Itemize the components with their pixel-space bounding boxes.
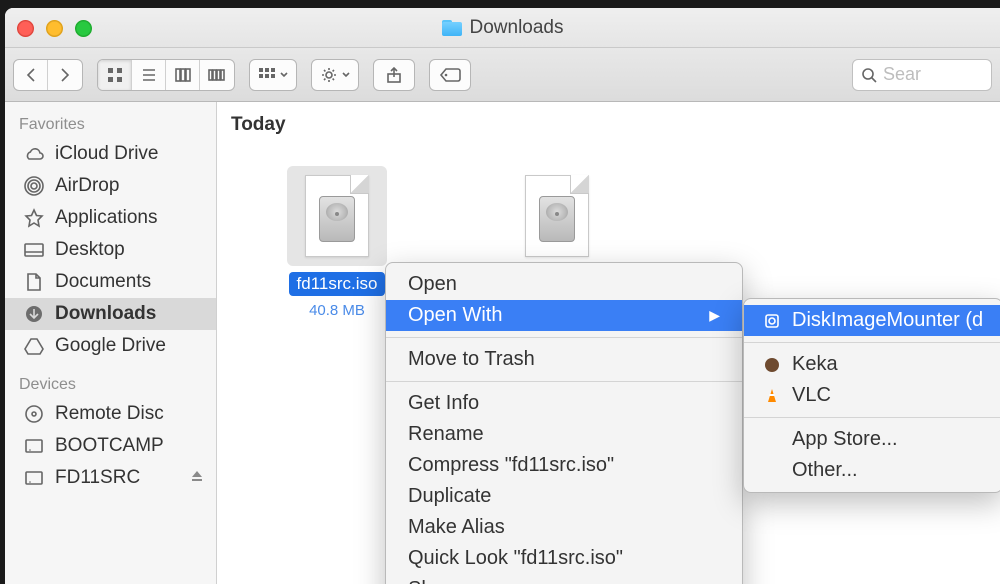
drive-icon (23, 435, 45, 457)
sidebar-item-label: Downloads (55, 303, 156, 325)
desktop-icon (23, 239, 45, 261)
folder-icon (442, 20, 462, 36)
ctx-move-to-trash[interactable]: Move to Trash (386, 344, 742, 375)
arrange-button[interactable] (249, 59, 297, 91)
share-icon (386, 66, 402, 84)
drive-icon (23, 467, 45, 489)
google-drive-icon (23, 335, 45, 357)
ctx-open-with[interactable]: Open With ▶ (386, 300, 742, 331)
sidebar-item-documents[interactable]: Documents (5, 266, 216, 298)
downloads-icon (23, 303, 45, 325)
toolbar: Sear (5, 48, 1000, 102)
ctx-make-alias[interactable]: Make Alias (386, 512, 742, 543)
disc-icon (23, 403, 45, 425)
file-size: 40.8 MB (309, 302, 365, 319)
view-buttons (97, 59, 235, 91)
open-with-submenu: DiskImageMounter (d Keka VLC App Store..… (743, 298, 1000, 493)
sidebar-item-label: Remote Disc (55, 403, 164, 425)
search-field[interactable]: Sear (852, 59, 992, 91)
minimize-button[interactable] (46, 20, 63, 37)
disk-image-mounter-icon (762, 311, 782, 331)
close-button[interactable] (17, 20, 34, 37)
sm-keka[interactable]: Keka (744, 349, 1000, 380)
window-title: Downloads (442, 17, 564, 39)
devices-header: Devices (5, 370, 216, 398)
sidebar: Favorites iCloud Drive AirDrop (5, 102, 217, 584)
sidebar-item-remote-disc[interactable]: Remote Disc (5, 398, 216, 430)
sidebar-item-airdrop[interactable]: AirDrop (5, 170, 216, 202)
search-icon (861, 67, 877, 83)
keka-icon (762, 355, 782, 375)
action-button[interactable] (311, 59, 359, 91)
file-thumbnail (287, 166, 387, 266)
maximize-button[interactable] (75, 20, 92, 37)
sidebar-item-label: Documents (55, 271, 151, 293)
chevron-right-icon: ▶ (709, 307, 720, 324)
ctx-quick-look[interactable]: Quick Look "fd11src.iso" (386, 543, 742, 574)
chevron-down-icon (280, 72, 288, 78)
file-thumbnail (507, 166, 607, 266)
sidebar-item-label: FD11SRC (55, 467, 140, 489)
sidebar-item-label: AirDrop (55, 175, 119, 197)
file-name: fd11src.iso (289, 272, 386, 296)
ctx-share[interactable]: Share ▶ (386, 574, 742, 584)
ctx-rename[interactable]: Rename (386, 419, 742, 450)
sidebar-item-google-drive[interactable]: Google Drive (5, 330, 216, 362)
sidebar-item-label: Google Drive (55, 335, 166, 357)
sidebar-item-label: iCloud Drive (55, 143, 158, 165)
favorites-header: Favorites (5, 110, 216, 138)
ctx-compress[interactable]: Compress "fd11src.iso" (386, 450, 742, 481)
column-view-button[interactable] (166, 60, 200, 90)
titlebar: Downloads (5, 8, 1000, 48)
sm-disk-image-mounter[interactable]: DiskImageMounter (d (744, 305, 1000, 336)
sidebar-item-fd11src[interactable]: FD11SRC (5, 462, 216, 494)
context-menu: Open Open With ▶ Move to Trash Get Info … (385, 262, 743, 584)
sidebar-item-desktop[interactable]: Desktop (5, 234, 216, 266)
file-item[interactable]: fd11src.iso 40.8 MB (277, 166, 397, 319)
chevron-down-icon (342, 72, 350, 78)
ctx-duplicate[interactable]: Duplicate (386, 481, 742, 512)
sidebar-item-bootcamp[interactable]: BOOTCAMP (5, 430, 216, 462)
gear-icon (320, 66, 338, 84)
sm-other[interactable]: Other... (744, 455, 1000, 486)
ctx-get-info[interactable]: Get Info (386, 388, 742, 419)
separator (744, 342, 1000, 343)
sm-app-store[interactable]: App Store... (744, 424, 1000, 455)
nav-buttons (13, 59, 83, 91)
eject-icon[interactable] (190, 467, 204, 489)
airdrop-icon (23, 175, 45, 197)
forward-button[interactable] (48, 60, 82, 90)
coverflow-view-button[interactable] (200, 60, 234, 90)
separator (386, 381, 742, 382)
sidebar-item-applications[interactable]: Applications (5, 202, 216, 234)
finder-window: Downloads (5, 8, 1000, 584)
search-placeholder: Sear (883, 64, 921, 85)
sidebar-item-icloud[interactable]: iCloud Drive (5, 138, 216, 170)
list-view-button[interactable] (132, 60, 166, 90)
section-today: Today (217, 102, 1000, 136)
ctx-open[interactable]: Open (386, 269, 742, 300)
share-button[interactable] (373, 59, 415, 91)
separator (744, 417, 1000, 418)
separator (386, 337, 742, 338)
cloud-icon (23, 143, 45, 165)
title-text: Downloads (470, 17, 564, 39)
applications-icon (23, 207, 45, 229)
sidebar-item-downloads[interactable]: Downloads (5, 298, 216, 330)
sidebar-item-label: BOOTCAMP (55, 435, 164, 457)
icon-view-button[interactable] (98, 60, 132, 90)
tags-button[interactable] (429, 59, 471, 91)
vlc-icon (762, 386, 782, 406)
sidebar-item-label: Desktop (55, 239, 125, 261)
sm-vlc[interactable]: VLC (744, 380, 1000, 411)
documents-icon (23, 271, 45, 293)
tag-icon (439, 68, 461, 82)
sidebar-item-label: Applications (55, 207, 157, 229)
back-button[interactable] (14, 60, 48, 90)
